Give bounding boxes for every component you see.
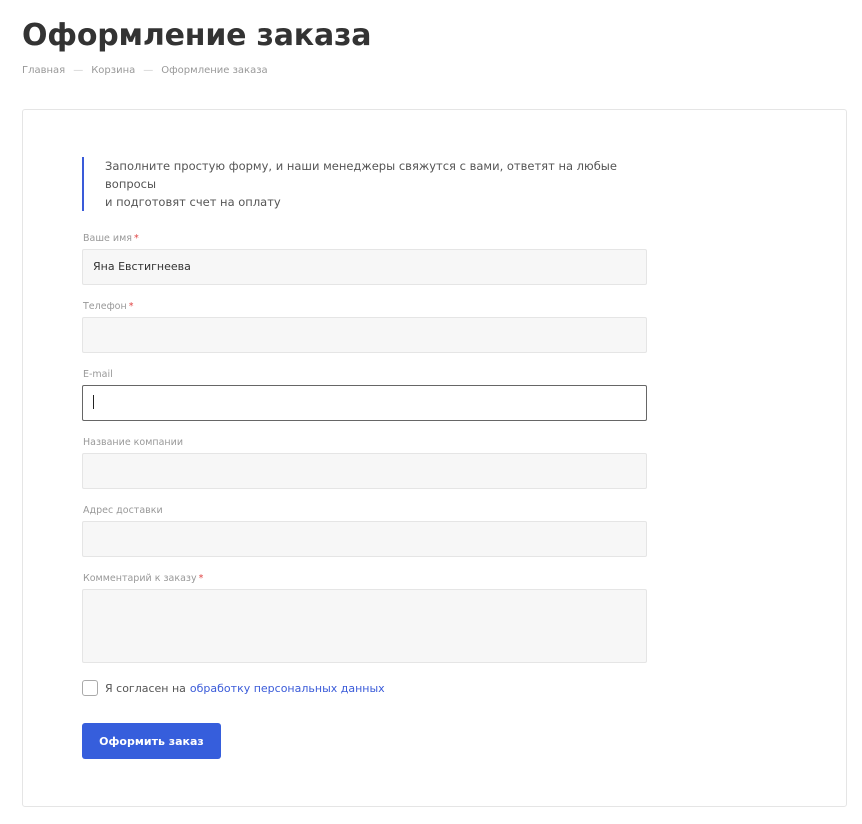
form-intro: Заполните простую форму, и наши менеджер…: [82, 157, 652, 211]
consent-row: Я согласен на обработку персональных дан…: [82, 680, 385, 696]
name-label: Ваше имя *: [83, 233, 139, 245]
email-label-text: E-mail: [83, 369, 113, 380]
name-label-text: Ваше имя: [83, 233, 132, 244]
form-intro-line: и подготовят счет на оплату: [105, 195, 281, 209]
comment-label-text: Комментарий к заказу: [83, 573, 197, 584]
breadcrumb: Главная — Корзина — Оформление заказа: [22, 64, 268, 78]
breadcrumb-home[interactable]: Главная: [22, 64, 65, 78]
company-label: Название компании: [83, 437, 183, 449]
address-input[interactable]: [82, 521, 647, 557]
form-intro-line: Заполните простую форму, и наши менеджер…: [105, 159, 617, 191]
page-title: Оформление заказа: [22, 18, 372, 53]
phone-label: Телефон *: [83, 301, 133, 313]
email-input[interactable]: [82, 385, 647, 421]
name-input-value: Яна Евстигнеева: [93, 260, 191, 273]
consent-text: Я согласен на: [105, 681, 186, 695]
company-label-text: Название компании: [83, 437, 183, 448]
text-caret: [93, 395, 94, 409]
required-mark: *: [128, 301, 134, 312]
breadcrumb-separator: —: [73, 65, 84, 76]
breadcrumb-separator: —: [143, 65, 154, 76]
required-mark: *: [133, 233, 139, 244]
required-mark: *: [198, 573, 204, 584]
comment-textarea[interactable]: [82, 589, 647, 663]
order-form-card: Заполните простую форму, и наши менеджер…: [22, 109, 847, 807]
comment-label: Комментарий к заказу *: [83, 573, 203, 585]
address-label: Адрес доставки: [83, 505, 163, 517]
consent-policy-link[interactable]: обработку персональных данных: [190, 682, 385, 695]
consent-checkbox[interactable]: [82, 680, 98, 696]
submit-order-button[interactable]: Оформить заказ: [82, 723, 221, 759]
breadcrumb-current: Оформление заказа: [161, 65, 268, 76]
phone-input[interactable]: [82, 317, 647, 353]
email-label: E-mail: [83, 369, 113, 381]
address-label-text: Адрес доставки: [83, 505, 163, 516]
company-input[interactable]: [82, 453, 647, 489]
name-input[interactable]: Яна Евстигнеева: [82, 249, 647, 285]
phone-label-text: Телефон: [83, 301, 127, 312]
breadcrumb-cart[interactable]: Корзина: [91, 64, 135, 78]
